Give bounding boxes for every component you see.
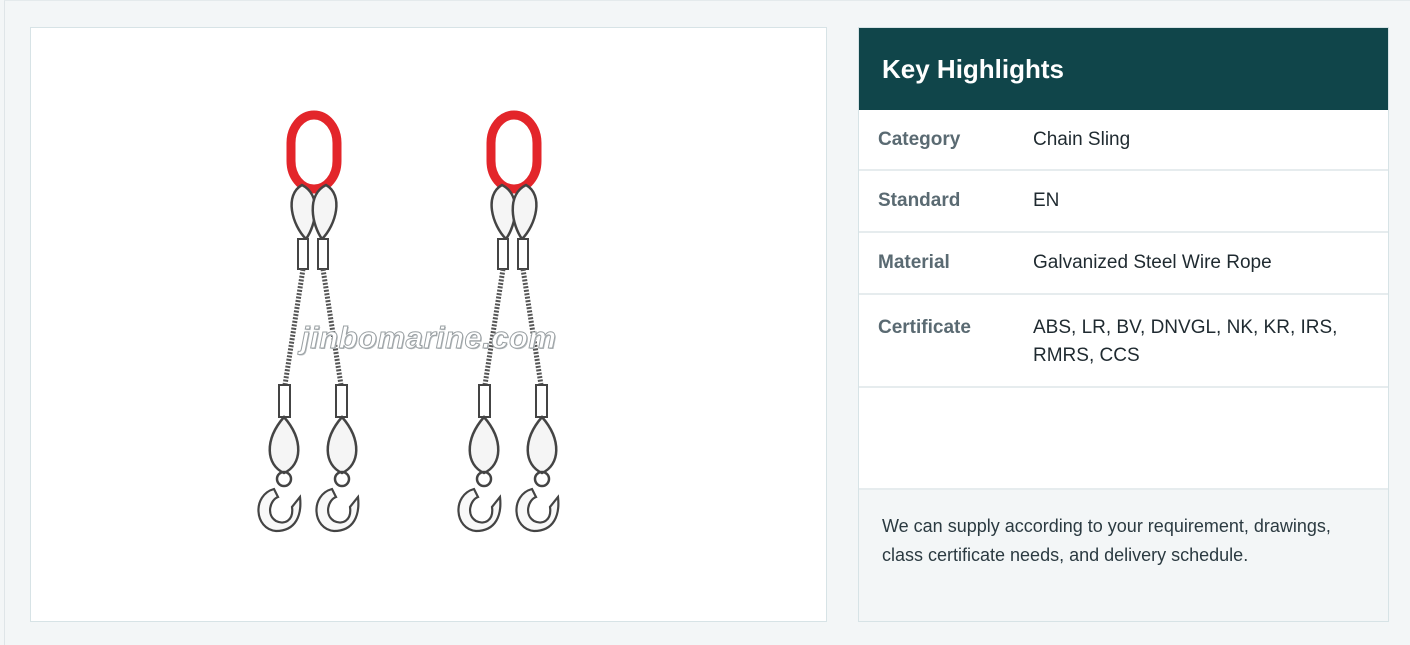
key-highlights-panel: Key Highlights Category Chain Sling Stan… bbox=[858, 27, 1389, 622]
highlights-title: Key Highlights bbox=[882, 53, 1065, 84]
highlights-header: Key Highlights bbox=[859, 28, 1388, 110]
highlight-label: Category bbox=[878, 128, 961, 150]
highlight-row-certificate: Certificate ABS, LR, BV, DNVGL, NK, KR, … bbox=[859, 295, 1388, 388]
highlight-row-category: Category Chain Sling bbox=[859, 110, 1388, 171]
watermark-text: jinbomarine.com bbox=[301, 320, 557, 356]
highlight-row-standard: Standard EN bbox=[859, 171, 1388, 233]
highlight-value: ABS, LR, BV, DNVGL, NK, KR, IRS, RMRS, C… bbox=[1033, 317, 1338, 366]
highlight-value: EN bbox=[1033, 190, 1060, 211]
product-image-card: jinbomarine.com bbox=[30, 27, 827, 622]
highlight-label: Standard bbox=[878, 190, 961, 211]
supply-note: We can supply according to your requirem… bbox=[859, 490, 1388, 621]
highlight-label: Material bbox=[878, 252, 950, 273]
highlight-row-empty bbox=[859, 388, 1388, 490]
highlight-label: Certificate bbox=[878, 317, 971, 338]
highlight-value: Galvanized Steel Wire Rope bbox=[1033, 252, 1272, 273]
highlight-value: Chain Sling bbox=[1033, 128, 1131, 150]
highlight-row-material: Material Galvanized Steel Wire Rope bbox=[859, 233, 1388, 295]
